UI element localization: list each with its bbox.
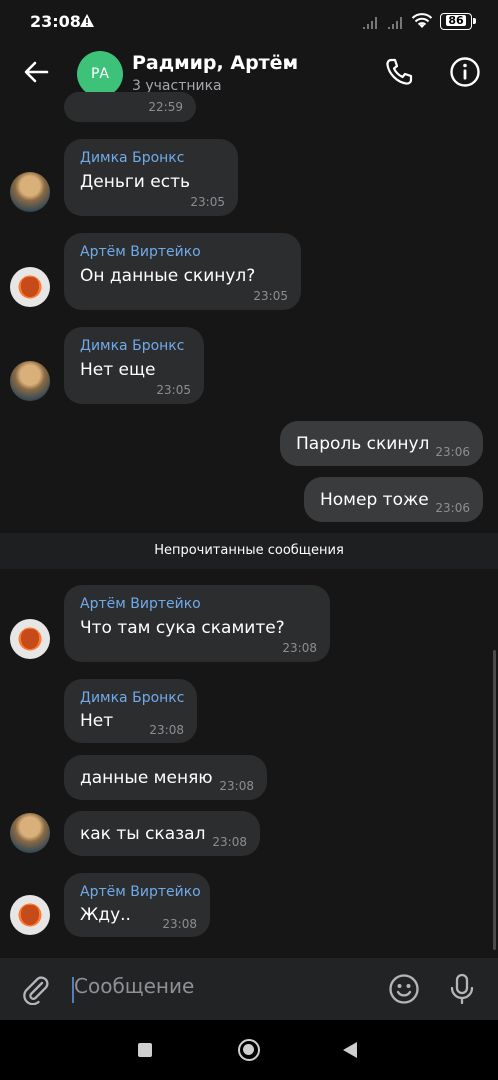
message-input[interactable]: Сообщение	[74, 974, 194, 998]
sender-name[interactable]: Артём Виртейко	[80, 244, 201, 260]
signal-icon	[363, 17, 377, 29]
sender-name[interactable]: Артём Виртейко	[80, 596, 201, 612]
back-button[interactable]	[343, 1042, 357, 1058]
status-time: 23:08	[30, 12, 81, 31]
message-text: Нет	[80, 711, 114, 731]
status-bar: 23:08 86	[0, 0, 498, 44]
paperclip-icon[interactable]	[20, 973, 52, 1005]
sender-name[interactable]: Димка Бронкс	[80, 150, 184, 166]
avatar[interactable]	[10, 361, 50, 401]
avatar[interactable]	[10, 172, 50, 212]
message-text: Жду..	[80, 905, 131, 925]
avatar[interactable]	[10, 267, 50, 307]
message-time: 23:08	[219, 779, 254, 793]
microphone-icon[interactable]	[446, 972, 478, 1006]
message-composer: Сообщение	[0, 958, 498, 1020]
info-icon[interactable]	[449, 56, 481, 88]
message-text: Пароль скинул	[296, 434, 430, 454]
message-bubble[interactable]: Димка Бронкс Нет еще 23:05	[64, 327, 204, 404]
message-text: данные меняю	[80, 768, 213, 788]
warning-icon	[80, 14, 94, 27]
chat-title[interactable]: Радмир, Артём	[132, 52, 298, 74]
phone-icon[interactable]	[383, 56, 415, 88]
message-bubble[interactable]: Артём Виртейко Он данные скинул? 23:05	[64, 233, 301, 310]
emoji-icon[interactable]	[388, 973, 420, 1005]
message-text: Что там сука скамите?	[80, 618, 285, 638]
sender-name[interactable]: Димка Бронкс	[80, 690, 184, 706]
back-arrow-icon[interactable]	[22, 58, 50, 86]
message-time: 23:08	[282, 641, 317, 655]
message-text: Деньги есть	[80, 172, 190, 192]
message-bubble[interactable]: Димка Бронкс Нет 23:08	[64, 679, 197, 743]
avatar[interactable]	[10, 619, 50, 659]
home-button[interactable]	[238, 1039, 260, 1061]
message-bubble[interactable]: Артём Виртейко Жду.. 23:08	[64, 873, 210, 937]
sender-name[interactable]: Димка Бронкс	[80, 338, 184, 354]
message-text: Нет еще	[80, 360, 156, 380]
sender-name[interactable]: Артём Виртейко	[80, 884, 201, 900]
outgoing-message-bubble[interactable]: Пароль скинул 23:06	[280, 421, 483, 466]
wifi-icon	[411, 13, 433, 28]
avatar[interactable]	[10, 813, 50, 853]
outgoing-message-bubble[interactable]: Номер тоже 23:06	[304, 477, 483, 522]
message-time: 23:06	[435, 501, 470, 515]
message-bubble[interactable]: данные меняю 23:08	[64, 755, 267, 800]
signal-icon-2	[388, 17, 402, 29]
chat-avatar[interactable]: РА	[77, 51, 123, 97]
avatar[interactable]	[10, 895, 50, 935]
battery-level: 86	[446, 14, 466, 27]
message-text: Он данные скинул?	[80, 266, 256, 286]
unread-messages-divider: Непрочитанные сообщения	[0, 533, 498, 569]
message-time: 23:08	[149, 723, 184, 737]
message-bubble[interactable]: 22:59	[64, 92, 196, 122]
message-text: как ты сказал	[80, 824, 206, 844]
system-nav-bar	[0, 1020, 498, 1080]
message-time: 23:05	[156, 383, 191, 397]
chevron-down-icon[interactable]	[283, 59, 297, 69]
message-bubble[interactable]: Димка Бронкс Деньги есть 23:05	[64, 139, 238, 216]
message-time: 23:08	[212, 835, 247, 849]
message-time: 23:06	[435, 445, 470, 459]
battery-indicator: 86	[440, 13, 476, 30]
message-bubble[interactable]: как ты сказал 23:08	[64, 811, 260, 856]
message-time: 23:08	[162, 917, 197, 931]
message-bubble[interactable]: Артём Виртейко Что там сука скамите? 23:…	[64, 585, 330, 662]
message-time: 23:05	[190, 195, 225, 209]
message-text: Номер тоже	[320, 490, 429, 510]
recents-button[interactable]	[138, 1043, 152, 1057]
message-time: 23:05	[253, 289, 288, 303]
scrollbar[interactable]	[493, 650, 496, 950]
message-time: 22:59	[148, 100, 183, 114]
